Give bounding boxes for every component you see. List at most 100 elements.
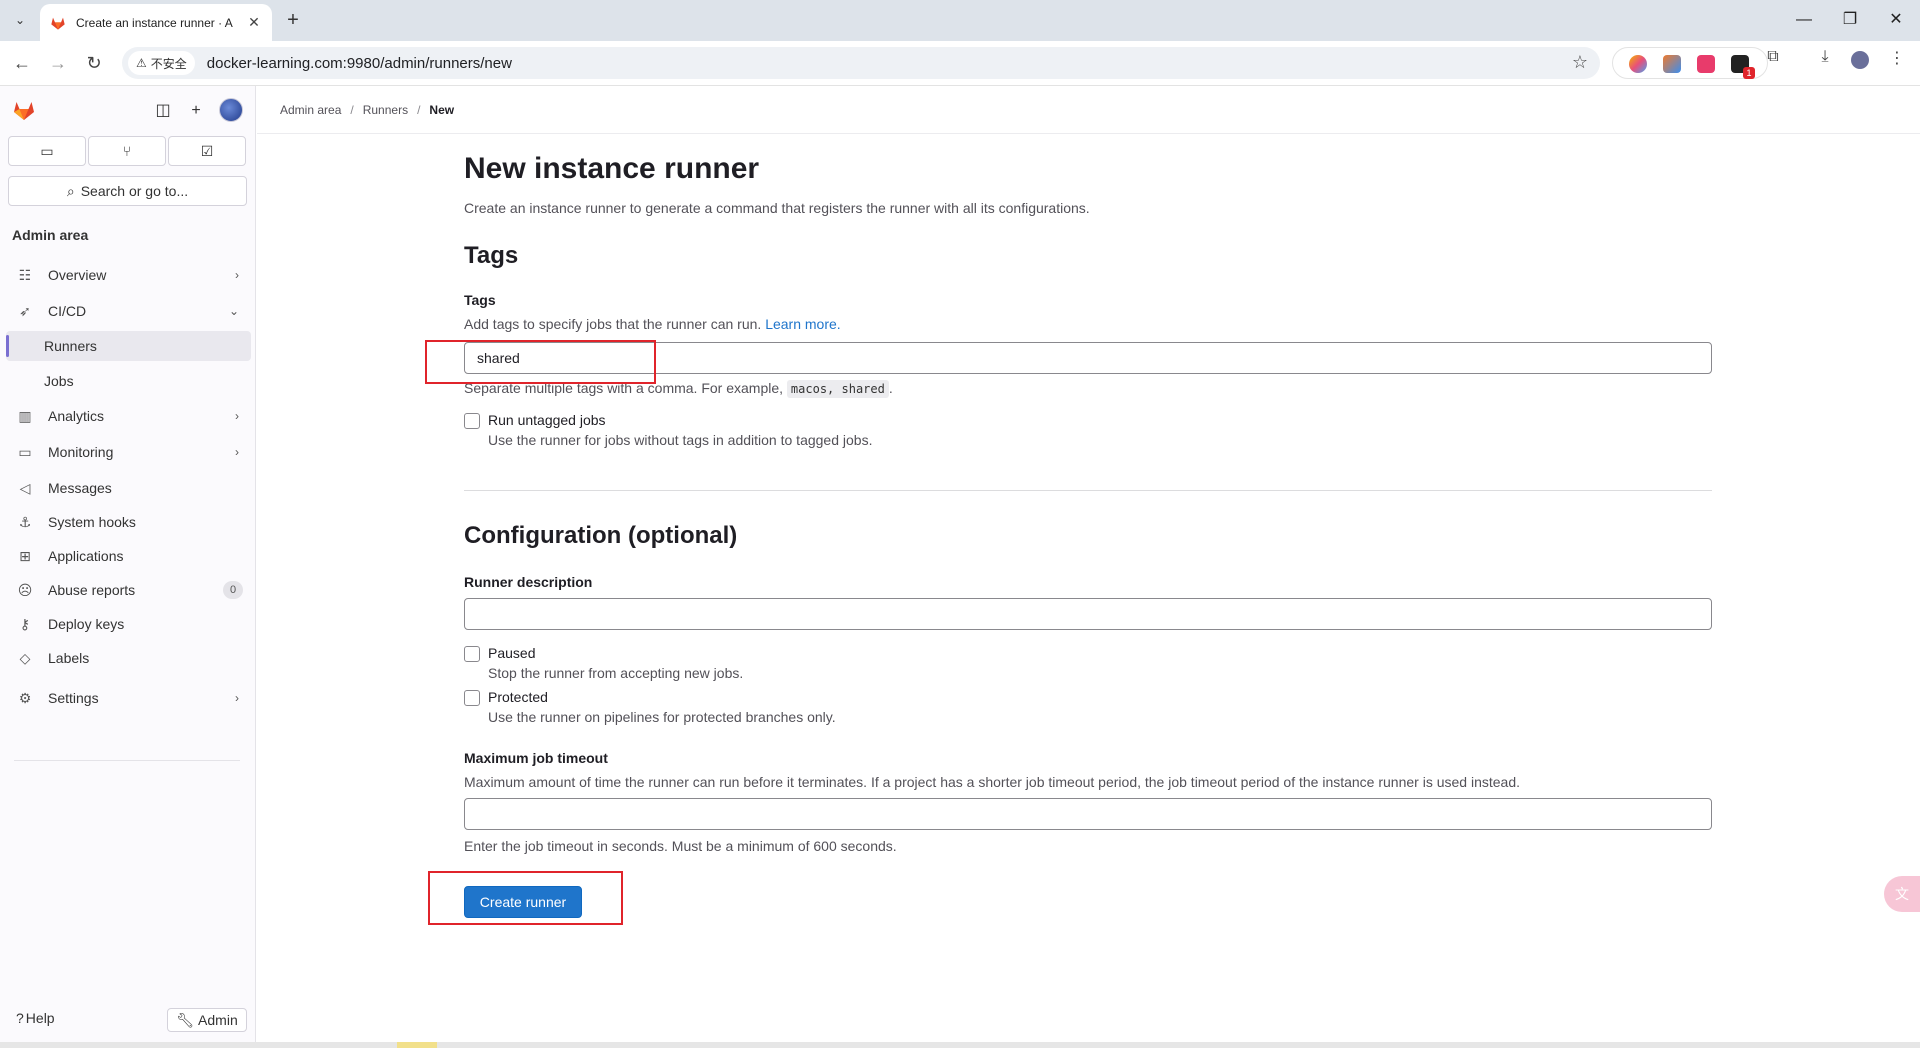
search-placeholder: Search or go to... <box>80 183 189 199</box>
wrench-icon: 🔧︎ <box>176 1011 195 1028</box>
profile-avatar-icon[interactable] <box>1851 51 1869 69</box>
paused-checkbox[interactable] <box>464 646 480 662</box>
floating-translate-icon[interactable]: 文 <box>1884 876 1920 912</box>
chevron-right-icon: › <box>235 691 239 705</box>
collapse-sidebar-icon[interactable]: ◫ <box>152 100 174 122</box>
run-untagged-checkbox[interactable] <box>464 413 480 429</box>
sidebar-item-analytics[interactable]: ▥ Analytics › <box>6 401 251 431</box>
sidebar-item-label: Monitoring <box>48 444 114 460</box>
sidebar-item-label: Overview <box>48 267 107 283</box>
runner-description-input[interactable] <box>464 598 1712 630</box>
sidebar-item-label: System hooks <box>48 514 136 530</box>
breadcrumb-current[interactable]: New <box>429 103 454 117</box>
new-tab-icon[interactable]: + <box>282 9 304 31</box>
sidebar-item-deploy-keys[interactable]: ⚷ Deploy keys <box>6 609 251 639</box>
paused-help: Stop the runner from accepting new jobs. <box>488 665 744 681</box>
sidebar-item-jobs[interactable]: Jobs <box>6 366 251 396</box>
protected-label[interactable]: Protected <box>488 689 548 705</box>
breadcrumb-admin-area[interactable]: Admin area <box>280 103 341 117</box>
translate-extension-icon[interactable] <box>1697 55 1715 73</box>
protected-help: Use the runner on pipelines for protecte… <box>488 709 836 725</box>
gitlab-logo-icon[interactable] <box>12 98 36 122</box>
left-sidebar: ◫ + ▭ ⑂ ☑ ⌕ Search or go to... Admin are… <box>0 86 256 1042</box>
protected-checkbox[interactable] <box>464 690 480 706</box>
search-button[interactable]: ⌕ Search or go to... <box>8 176 247 206</box>
todo-button[interactable]: ☑ <box>168 136 246 166</box>
sidebar-item-settings[interactable]: ⚙ Settings › <box>6 683 251 713</box>
window-close-icon[interactable]: ✕ <box>1882 6 1910 34</box>
sidebar-item-overview[interactable]: ☷ Overview › <box>6 260 251 290</box>
rocket-icon: ➶ <box>19 302 31 319</box>
user-avatar[interactable] <box>219 98 243 122</box>
max-timeout-hint: Enter the job timeout in seconds. Must b… <box>464 838 897 854</box>
help-icon: ? <box>16 1010 24 1026</box>
minimize-icon[interactable]: — <box>1790 6 1818 34</box>
browser-menu-icon[interactable]: ⋮ <box>1886 48 1908 68</box>
breadcrumb-separator: / <box>417 102 421 117</box>
assigned-issues-button[interactable]: ▭ <box>8 136 86 166</box>
sidebar-item-runners[interactable]: Runners <box>6 331 251 361</box>
run-untagged-label[interactable]: Run untagged jobs <box>488 412 606 428</box>
monitor-icon: ▭ <box>18 443 32 460</box>
browser-tab-active[interactable]: Create an instance runner · A ✕ <box>40 4 272 41</box>
tab-title: Create an instance runner · A <box>76 15 233 30</box>
back-icon[interactable]: ← <box>8 49 36 77</box>
reload-icon[interactable]: ↻ <box>80 49 108 77</box>
security-indicator[interactable]: ⚠ 不安全 <box>128 51 195 75</box>
breadcrumb: Admin area / Runners / New <box>257 86 1920 134</box>
sidebar-item-label: Labels <box>48 650 90 666</box>
tags-hint-suffix: . <box>888 380 893 396</box>
admin-button[interactable]: 🔧︎ Admin <box>167 1008 247 1032</box>
grid-icon: ⊞ <box>19 547 31 564</box>
bookmark-star-icon[interactable]: ☆ <box>1572 52 1588 73</box>
forward-icon[interactable]: → <box>44 49 72 77</box>
chevron-right-icon: › <box>235 268 239 282</box>
breadcrumb-runners[interactable]: Runners <box>363 103 408 117</box>
puzzle-extensions-icon[interactable]: ⧉ <box>1762 48 1784 66</box>
todo-check-icon: ☑ <box>200 142 214 159</box>
annotation-box-tags <box>425 340 656 384</box>
help-button[interactable]: ? Help <box>16 1010 55 1026</box>
page-title: New instance runner <box>464 152 760 185</box>
sidebar-item-monitoring[interactable]: ▭ Monitoring › <box>6 437 251 467</box>
sidebar-item-label: Jobs <box>44 373 74 389</box>
merge-requests-button[interactable]: ⑂ <box>88 136 166 166</box>
sidebar-item-system-hooks[interactable]: ⚓ System hooks <box>6 507 251 537</box>
merge-request-icon: ⑂ <box>122 143 132 159</box>
extension-2-icon[interactable] <box>1663 55 1681 73</box>
sidebar-item-label: Messages <box>48 480 112 496</box>
breadcrumb-separator: / <box>350 102 354 117</box>
extension-badge-count: 1 <box>1743 67 1755 79</box>
restore-icon[interactable]: ❐ <box>1836 6 1864 34</box>
max-timeout-input[interactable] <box>464 798 1712 830</box>
address-bar[interactable]: ⚠ 不安全 docker-learning.com:9980/admin/run… <box>122 47 1600 79</box>
sidebar-item-label: CI/CD <box>48 303 87 319</box>
tags-heading: Tags <box>464 242 519 269</box>
sidebar-item-cicd[interactable]: ➶ CI/CD ⌄ <box>6 296 251 326</box>
paused-label[interactable]: Paused <box>488 645 535 661</box>
run-untagged-help: Use the runner for jobs without tags in … <box>488 432 873 448</box>
sidebar-item-abuse-reports[interactable]: ☹ Abuse reports 0 <box>6 575 251 605</box>
sidebar-item-messages[interactable]: ◁ Messages <box>6 473 251 503</box>
extension-1-icon[interactable] <box>1629 55 1647 73</box>
max-timeout-label: Maximum job timeout <box>464 750 608 766</box>
help-label: Help <box>25 1010 55 1026</box>
url-text[interactable]: docker-learning.com:9980/admin/runners/n… <box>207 55 512 72</box>
chevron-down-icon: ⌄ <box>228 304 239 318</box>
learn-more-link[interactable]: Learn more. <box>765 316 840 332</box>
tab-search-chevron-icon[interactable]: ⌄ <box>8 8 32 32</box>
chart-icon: ▥ <box>18 407 32 424</box>
sidebar-item-labels[interactable]: ◇ Labels <box>6 643 251 673</box>
abuse-face-icon: ☹ <box>17 581 33 598</box>
section-divider <box>464 490 1712 491</box>
abuse-reports-count-badge: 0 <box>223 581 243 599</box>
overview-icon: ☷ <box>18 266 32 283</box>
download-icon[interactable]: ⤓ <box>1814 48 1836 66</box>
create-new-icon[interactable]: + <box>185 100 207 122</box>
tab-close-icon[interactable]: ✕ <box>246 14 262 31</box>
sidebar-item-label: Deploy keys <box>48 616 125 632</box>
extension-badge-icon[interactable]: 1 <box>1731 55 1755 79</box>
chevron-right-icon: › <box>235 409 239 423</box>
status-highlight <box>397 1042 437 1048</box>
sidebar-item-applications[interactable]: ⊞ Applications <box>6 541 251 571</box>
